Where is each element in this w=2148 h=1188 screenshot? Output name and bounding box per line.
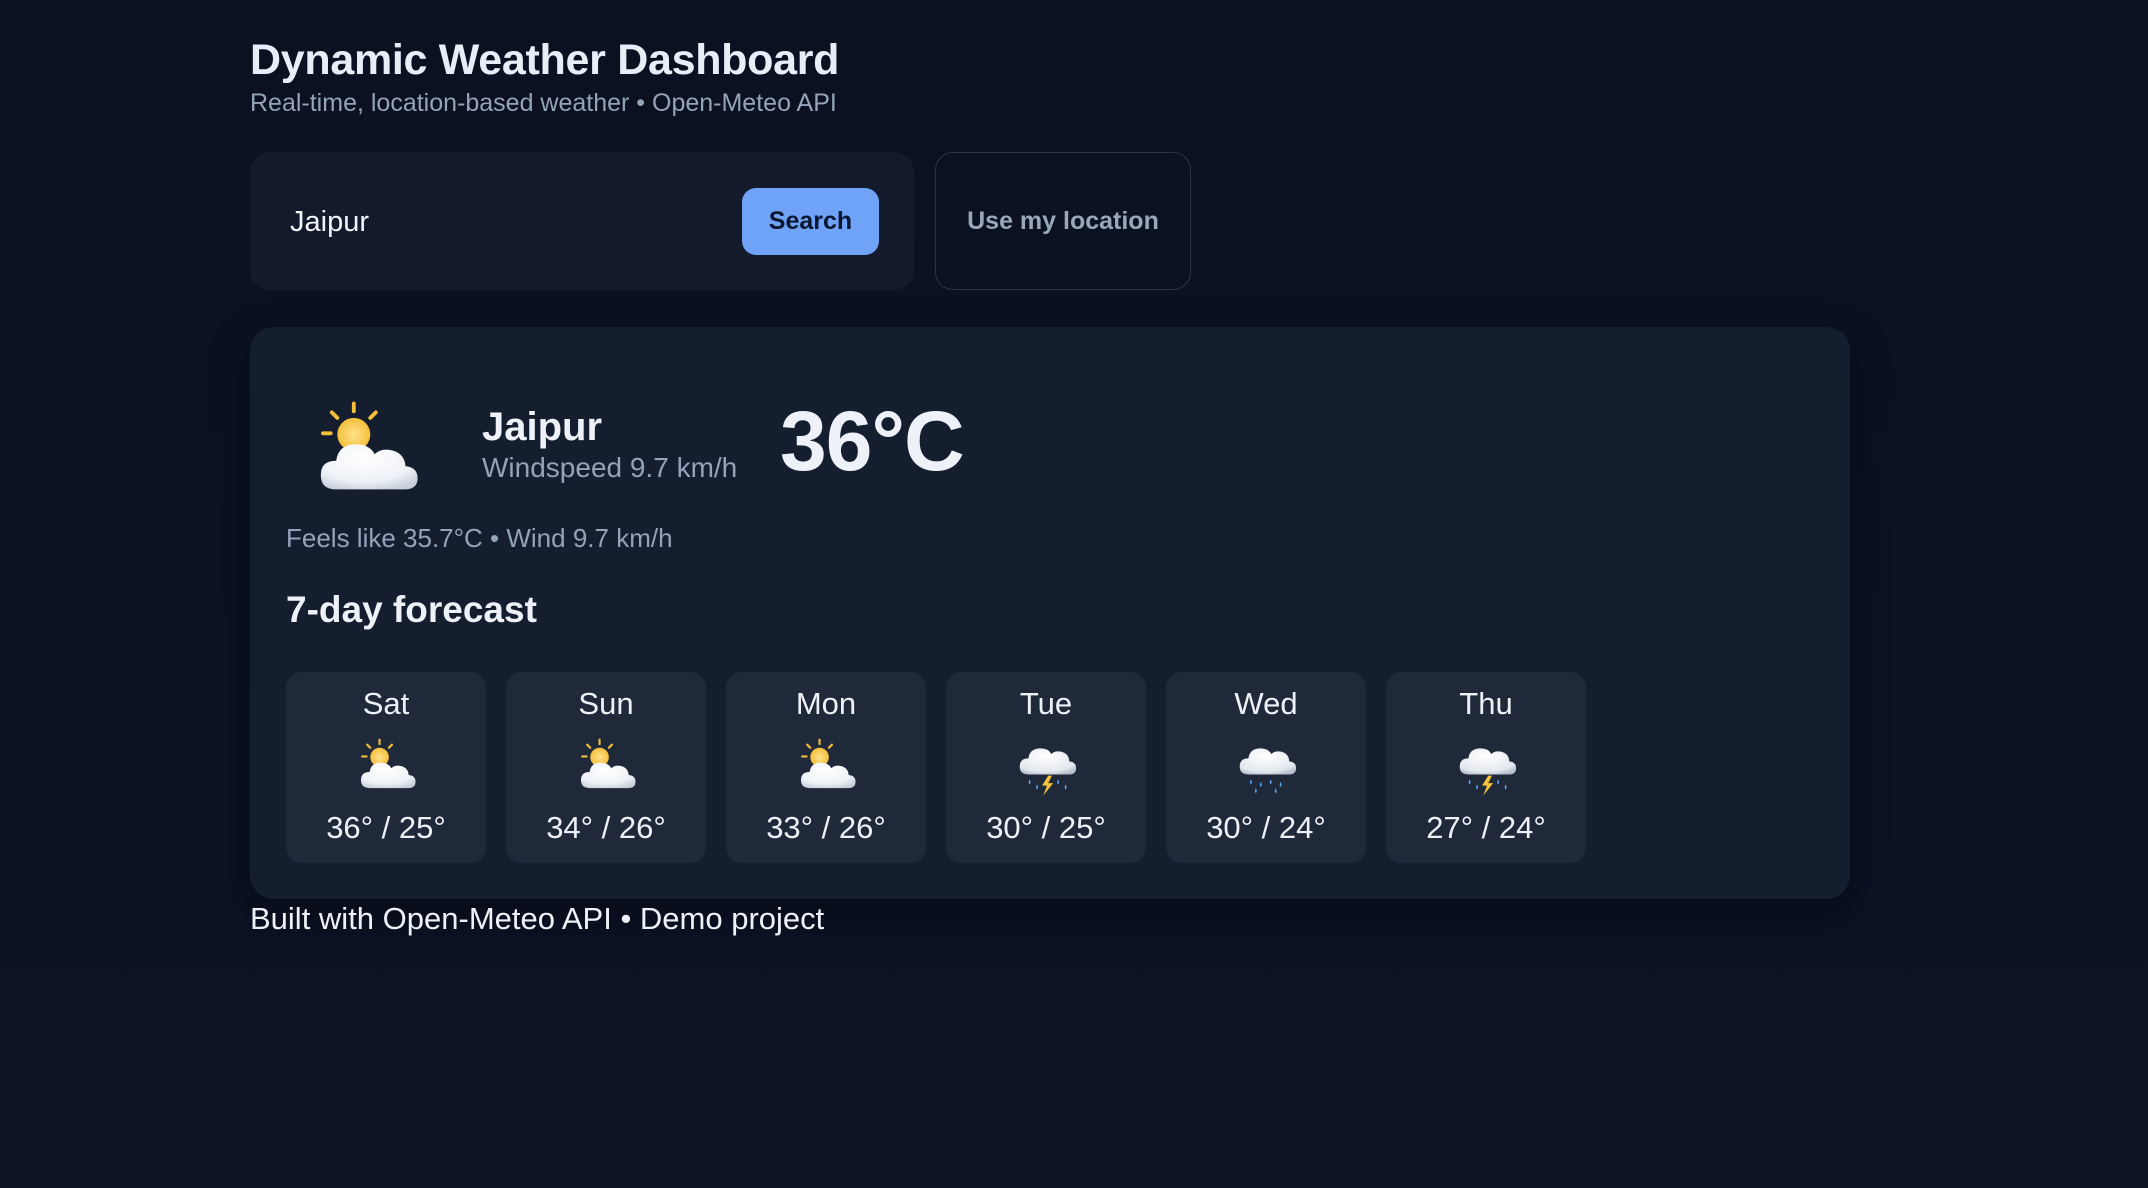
weather-details: Feels like 35.7°C • Wind 9.7 km/h	[286, 523, 673, 553]
footer-text: Built with Open-Meteo API • Demo project	[250, 901, 825, 936]
rain-cloud-icon	[1234, 736, 1300, 798]
current-weather-card: Jaipur Windspeed 9.7 km/h 36°C Feels lik…	[250, 327, 1850, 899]
forecast-day-temps: 33° / 26°	[766, 810, 886, 845]
page-subtitle: Real-time, location-based weather • Open…	[250, 89, 837, 117]
current-temperature: 36°C	[780, 394, 965, 488]
sun-behind-cloud-icon	[794, 736, 860, 798]
forecast-day-name: Mon	[795, 686, 857, 721]
forecast-day-card: Mon 33° / 26°	[726, 672, 926, 863]
forecast-day-temps: 34° / 26°	[546, 810, 666, 845]
page-title: Dynamic Weather Dashboard	[250, 36, 840, 84]
search-card: Search	[250, 152, 914, 290]
forecast-day-card: Thu 27° / 24°	[1386, 672, 1586, 863]
forecast-list: Sat 36° / 25° Sun 34° / 26° Mon 33° / 26…	[286, 672, 1586, 863]
thunder-rain-cloud-icon	[1014, 736, 1080, 798]
sun-behind-cloud-icon	[574, 736, 640, 798]
forecast-day-temps: 30° / 25°	[986, 810, 1106, 845]
search-button[interactable]: Search	[742, 188, 879, 255]
forecast-day-temps: 36° / 25°	[326, 810, 446, 845]
forecast-day-temps: 30° / 24°	[1206, 810, 1326, 845]
thunder-rain-cloud-icon	[1454, 736, 1520, 798]
forecast-day-name: Sun	[578, 686, 634, 721]
city-name: Jaipur	[482, 405, 603, 449]
city-search-input[interactable]	[290, 197, 720, 247]
forecast-day-card: Sat 36° / 25°	[286, 672, 486, 863]
forecast-day-temps: 27° / 24°	[1426, 810, 1546, 845]
forecast-day-card: Wed 30° / 24°	[1166, 672, 1366, 863]
sun-behind-cloud-icon	[354, 736, 420, 798]
forecast-day-name: Wed	[1234, 686, 1298, 721]
forecast-heading: 7-day forecast	[286, 589, 537, 630]
forecast-day-name: Thu	[1459, 686, 1513, 721]
forecast-day-card: Tue 30° / 25°	[946, 672, 1146, 863]
forecast-day-card: Sun 34° / 26°	[506, 672, 706, 863]
forecast-day-name: Sat	[362, 686, 410, 721]
use-my-location-button[interactable]: Use my location	[935, 152, 1191, 290]
windspeed-text: Windspeed 9.7 km/h	[482, 452, 738, 483]
sun-behind-cloud-icon	[312, 397, 422, 507]
forecast-day-name: Tue	[1019, 686, 1073, 721]
